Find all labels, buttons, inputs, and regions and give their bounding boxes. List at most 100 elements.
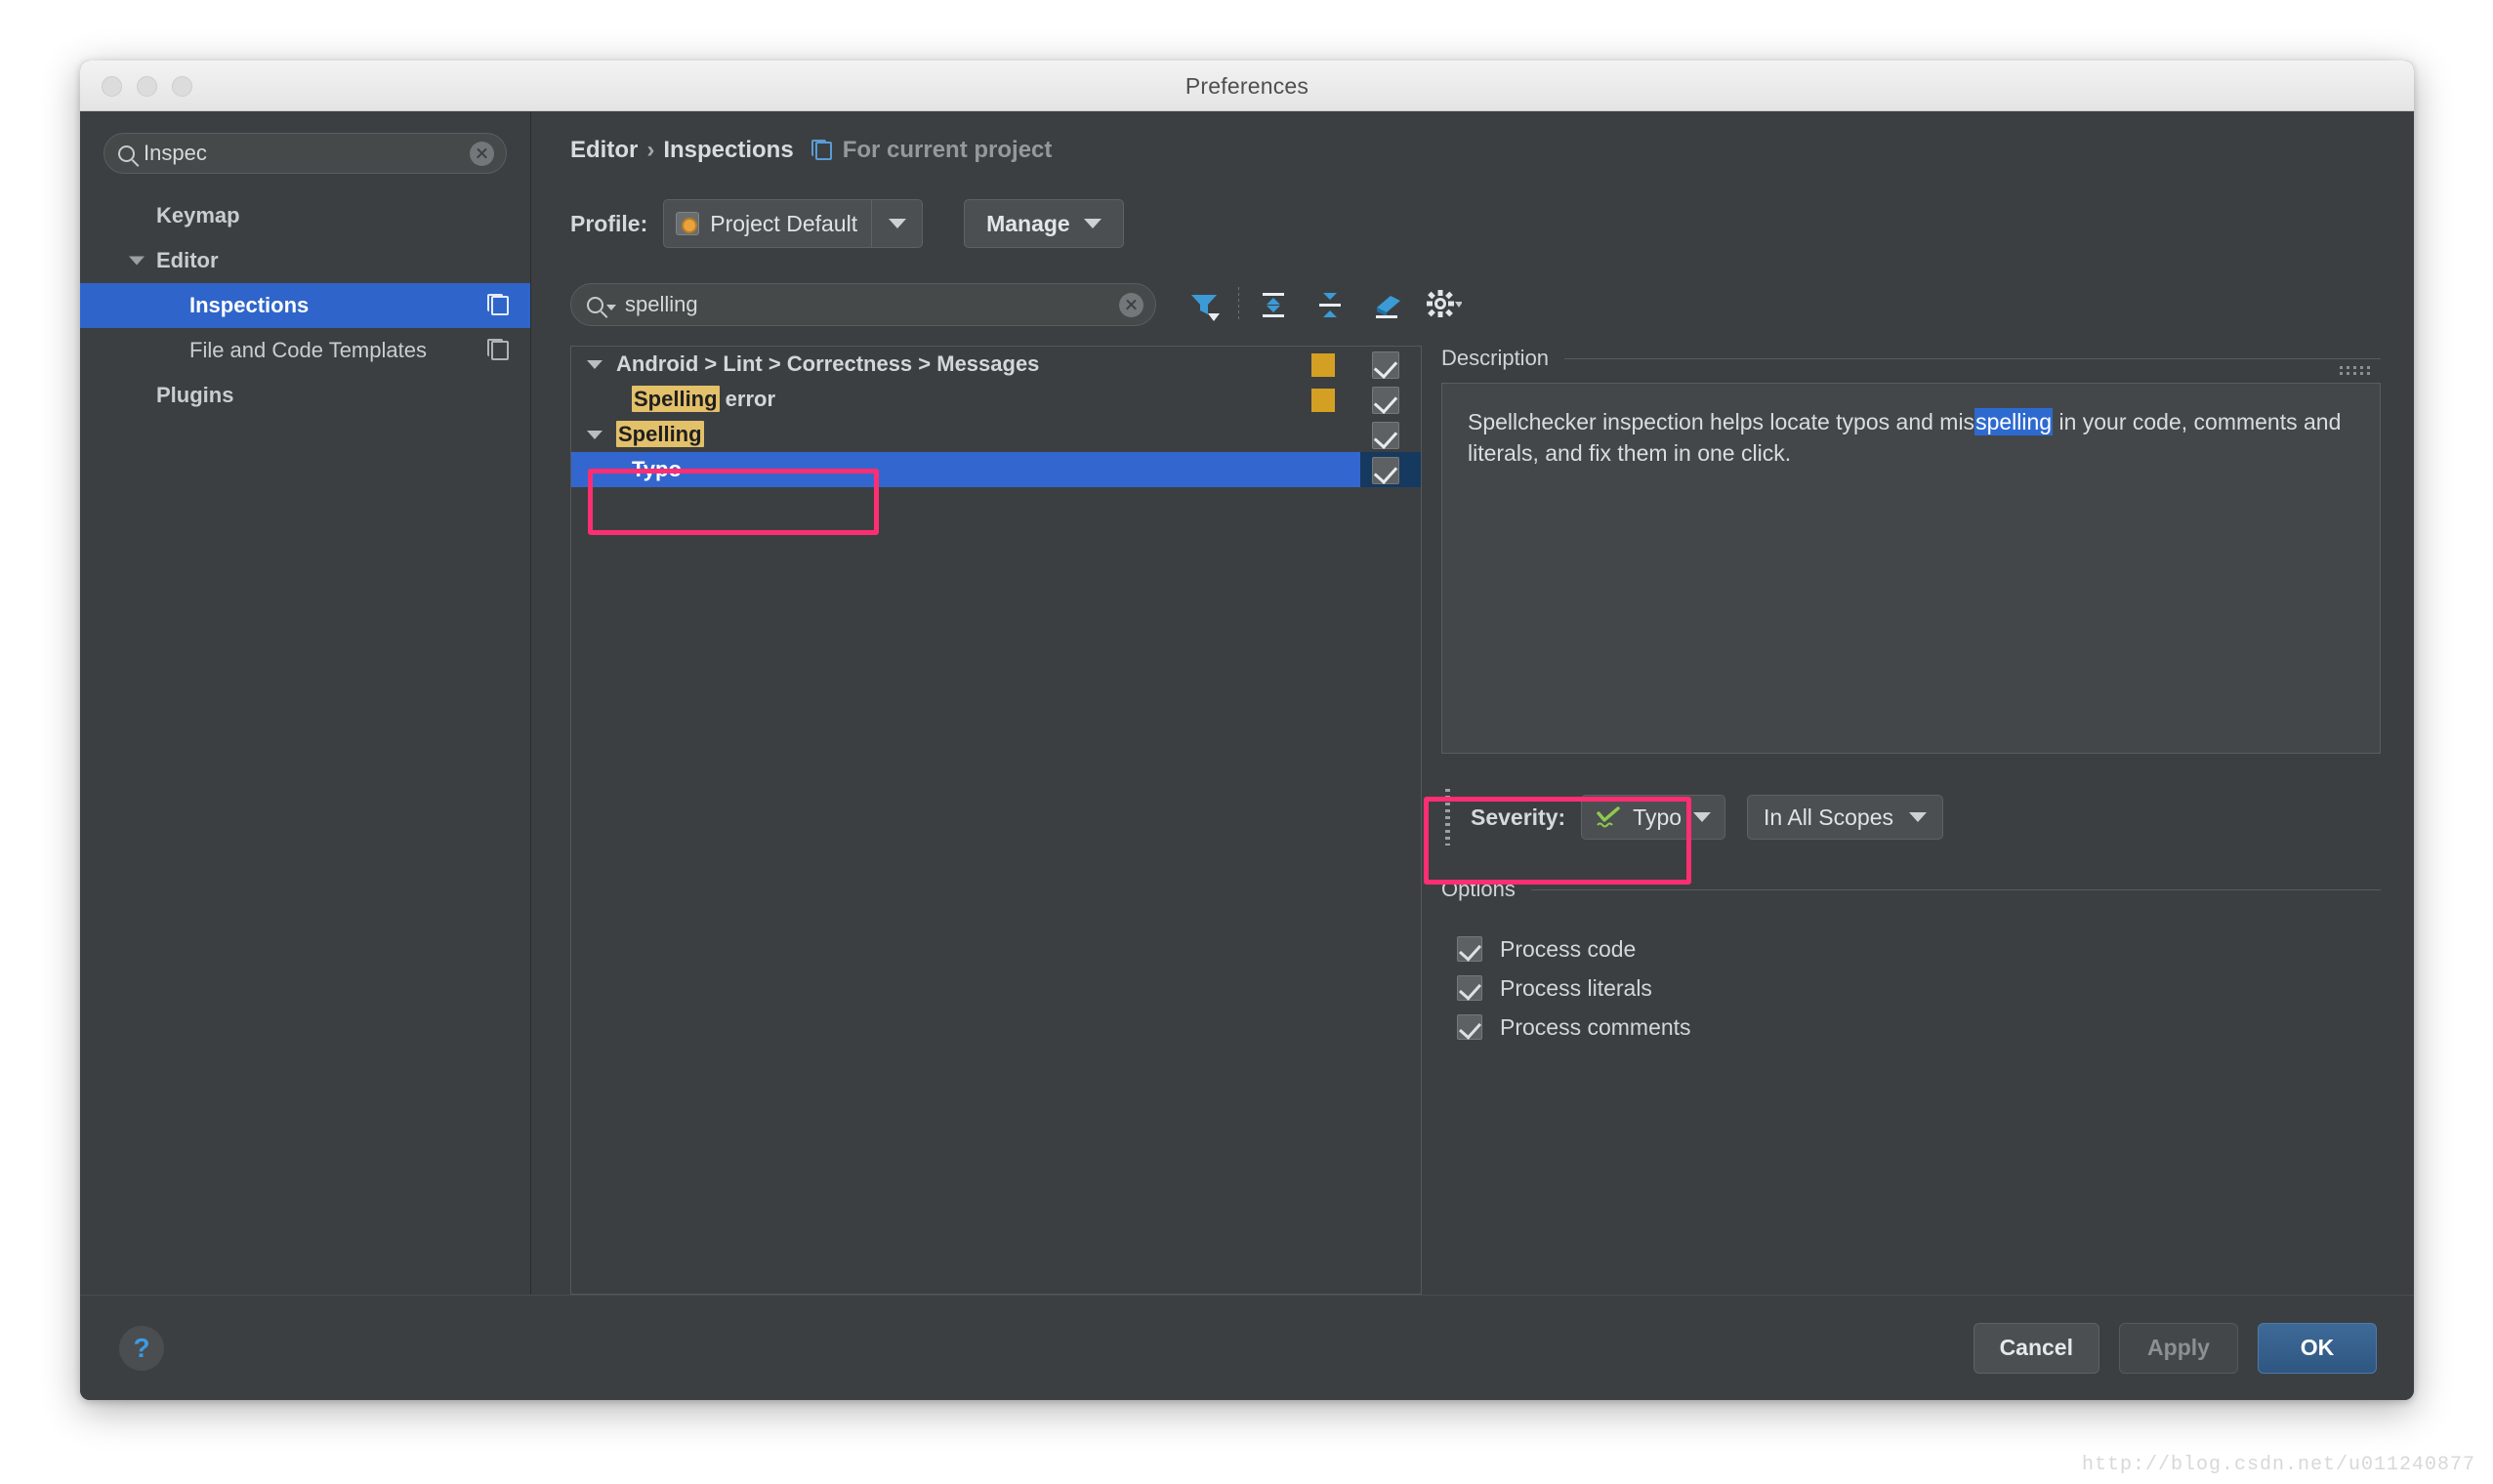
table-row[interactable]: Typo — [571, 452, 1421, 487]
drag-handle-icon[interactable] — [1445, 789, 1450, 845]
sidebar-item-label: File and Code Templates — [189, 338, 427, 363]
chevron-down-icon — [1909, 812, 1927, 822]
settings-main-panel: Editor › Inspections For current project… — [531, 111, 2414, 1295]
checkbox[interactable] — [1457, 936, 1482, 962]
copy-icon[interactable] — [815, 142, 832, 160]
sidebar-item-plugins[interactable]: Plugins — [80, 373, 530, 418]
minimize-button[interactable] — [137, 76, 157, 97]
inspection-search-input[interactable]: spelling — [570, 283, 1156, 326]
tree-row-label: Typo — [632, 457, 682, 482]
table-row[interactable]: Spelling error — [571, 382, 1421, 417]
maximize-button[interactable] — [172, 76, 192, 97]
chevron-down-icon — [606, 305, 616, 310]
description-box: Spellchecker inspection helps locate typ… — [1441, 383, 2381, 754]
search-match-highlight: Spelling — [616, 421, 704, 447]
ok-button[interactable]: OK — [2258, 1323, 2377, 1374]
sidebar-search-value: Inspec — [144, 141, 470, 166]
help-button[interactable]: ? — [119, 1326, 164, 1371]
collapse-all-icon[interactable] — [1302, 281, 1358, 328]
tree-row-label: Spelling error — [632, 387, 775, 412]
sidebar-item-label: Inspections — [189, 293, 309, 318]
checkbox[interactable] — [1457, 1014, 1482, 1040]
checkbox[interactable] — [1457, 975, 1482, 1001]
row-checkbox[interactable] — [1372, 351, 1399, 379]
clear-icon[interactable] — [470, 142, 494, 166]
reset-icon[interactable] — [1358, 281, 1415, 328]
option-process-comments[interactable]: Process comments — [1457, 1008, 2381, 1047]
options-section-header: Options — [1441, 877, 2381, 902]
sidebar-item-label: Plugins — [156, 383, 233, 408]
description-section-header: Description — [1441, 346, 2381, 371]
row-checkbox[interactable] — [1372, 422, 1399, 449]
inspections-tree[interactable]: Android > Lint > Correctness > Messages … — [570, 346, 1422, 1295]
profile-label: Profile: — [570, 211, 647, 237]
search-icon — [587, 297, 603, 313]
severity-value: Typo — [1633, 804, 1682, 831]
severity-row: Severity: Typo — [1441, 779, 2381, 855]
option-label: Process comments — [1500, 1014, 1691, 1041]
option-process-code[interactable]: Process code — [1457, 929, 2381, 969]
section-title: Description — [1441, 346, 1549, 371]
close-button[interactable] — [102, 76, 122, 97]
severity-zone: Severity: Typo — [1441, 779, 2381, 855]
expand-all-icon[interactable] — [1245, 281, 1302, 328]
sidebar-search-field[interactable]: Inspec — [104, 133, 507, 174]
inspection-search-value: spelling — [625, 292, 1119, 317]
chevron-down-icon[interactable] — [871, 200, 922, 247]
scope-value: In All Scopes — [1764, 804, 1893, 831]
profile-row: Profile: Project Default Manage — [570, 199, 2381, 248]
breadcrumb-scope-label: For current project — [843, 137, 1053, 164]
description-text-pre: Spellchecker inspection helps locate typ… — [1468, 409, 1974, 434]
preferences-window: Preferences Inspec Keymap Editor Inspect… — [80, 61, 2414, 1400]
apply-button[interactable]: Apply — [2119, 1323, 2238, 1374]
settings-sidebar: Inspec Keymap Editor Inspections File an… — [80, 111, 531, 1295]
sidebar-item-label: Keymap — [156, 203, 240, 228]
row-checkbox[interactable] — [1372, 387, 1399, 414]
sidebar-item-editor[interactable]: Editor — [80, 238, 530, 283]
window-title: Preferences — [80, 61, 2414, 111]
chevron-down-icon — [1084, 219, 1101, 228]
description-highlight: spelling — [1974, 408, 2053, 435]
gear-icon[interactable] — [1415, 281, 1472, 328]
filter-icon[interactable] — [1176, 281, 1232, 328]
manage-label: Manage — [986, 211, 1070, 237]
option-label: Process literals — [1500, 975, 1652, 1002]
table-row[interactable]: Spelling — [571, 417, 1421, 452]
sidebar-item-keymap[interactable]: Keymap — [80, 193, 530, 238]
breadcrumb-root[interactable]: Editor — [570, 137, 638, 164]
typo-check-icon — [1596, 806, 1621, 828]
copy-icon[interactable] — [491, 296, 509, 315]
breadcrumb-separator: › — [646, 137, 654, 164]
option-label: Process code — [1500, 936, 1636, 963]
divider — [1531, 889, 2381, 890]
chevron-down-icon[interactable] — [587, 360, 602, 369]
cancel-button[interactable]: Cancel — [1974, 1323, 2099, 1374]
copy-icon[interactable] — [491, 341, 509, 360]
window-titlebar: Preferences — [80, 61, 2414, 111]
breadcrumb: Editor › Inspections For current project — [570, 137, 2381, 164]
table-row[interactable]: Android > Lint > Correctness > Messages — [571, 347, 1421, 382]
manage-button[interactable]: Manage — [964, 199, 1124, 248]
search-icon — [118, 145, 135, 162]
severity-select[interactable]: Typo — [1581, 795, 1725, 840]
inspection-details-pane: Description Spellchecker inspection help… — [1441, 346, 2381, 1295]
breadcrumb-current: Inspections — [663, 137, 793, 164]
chevron-down-icon — [1693, 812, 1711, 822]
scope-select[interactable]: In All Scopes — [1747, 795, 1943, 840]
severity-swatch — [1311, 353, 1335, 377]
toolbar-divider — [1238, 287, 1239, 322]
sidebar-item-file-and-code-templates[interactable]: File and Code Templates — [80, 328, 530, 373]
tree-row-label: Spelling — [616, 422, 704, 447]
tree-row-label-rest: error — [720, 387, 775, 411]
row-checkbox[interactable] — [1372, 457, 1399, 484]
options-list: Process code Process literals Process co… — [1441, 914, 2381, 1047]
dialog-footer: ? Cancel Apply OK — [80, 1295, 2414, 1400]
sidebar-item-inspections[interactable]: Inspections — [80, 283, 530, 328]
profile-select[interactable]: Project Default — [663, 199, 923, 248]
search-match-highlight: Spelling — [632, 386, 720, 412]
resize-grip[interactable] — [2340, 366, 2370, 375]
clear-icon[interactable] — [1119, 293, 1143, 317]
section-title: Options — [1441, 877, 1516, 902]
chevron-down-icon[interactable] — [587, 431, 602, 439]
option-process-literals[interactable]: Process literals — [1457, 969, 2381, 1008]
